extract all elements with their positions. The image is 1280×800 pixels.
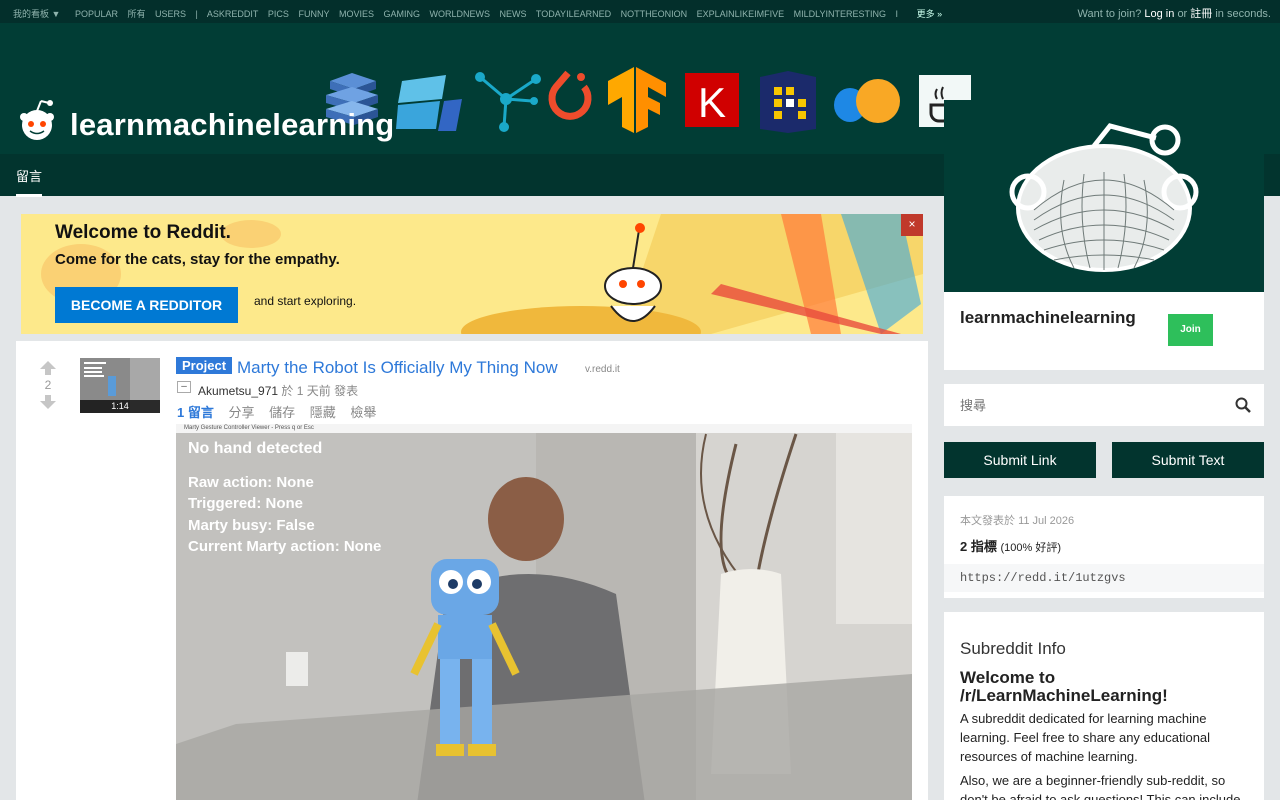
- topbar-link-funny[interactable]: FUNNY: [298, 9, 329, 19]
- post-score: 2: [44, 378, 52, 392]
- post-thumbnail[interactable]: 1:14: [80, 358, 160, 413]
- downvote-icon[interactable]: [40, 395, 56, 409]
- video-duration: 1:14: [80, 400, 160, 413]
- search-icon[interactable]: [1234, 396, 1252, 414]
- share-link[interactable]: 分享: [228, 405, 254, 420]
- points-count: 2 指標: [960, 539, 997, 554]
- pytorch-icon: [548, 70, 592, 120]
- subreddit-card: learnmachinelearning Join: [944, 100, 1264, 370]
- welcome-title: Welcome to Reddit.: [55, 222, 231, 243]
- save-link[interactable]: 儲存: [269, 405, 295, 420]
- topbar-separator: |: [195, 9, 198, 19]
- topbar-link-all[interactable]: 所有: [127, 9, 145, 19]
- post-title[interactable]: Marty the Robot Is Officially My Thing N…: [237, 358, 558, 378]
- posted-prefix: 於: [281, 384, 297, 398]
- topbar-link-users[interactable]: USERS: [155, 9, 186, 19]
- welcome-heading: Welcome to /r/LearnMachineLearning!: [960, 668, 1168, 705]
- post-author[interactable]: Akumetsu_971: [198, 384, 278, 398]
- sidebar-subreddit-name: learnmachinelearning: [960, 308, 1136, 327]
- snoo-icon: [20, 100, 54, 140]
- about-description-2: Also, we are a beginner-friendly sub-red…: [960, 773, 1241, 800]
- post-domain[interactable]: v.redd.it: [585, 364, 620, 375]
- comments-link[interactable]: 1 留言: [177, 405, 214, 420]
- colab-icon: [834, 79, 900, 123]
- posted-on-date: 11 Jul 2026: [1018, 515, 1075, 527]
- topbar-link-pics[interactable]: PICS: [268, 9, 289, 19]
- register-link[interactable]: 註冊: [1190, 8, 1212, 20]
- posted-suffix: 發表: [330, 384, 359, 398]
- my-subreddits-dropdown[interactable]: 我的看板 ▼: [13, 9, 60, 19]
- overlay-line-4: Marty busy: False: [188, 516, 315, 534]
- video-window-title: Marty Gesture Controller Viewer - Press …: [176, 424, 912, 433]
- snoo-wireframe-icon: [1009, 123, 1199, 272]
- topbar-more-link[interactable]: 更多 »: [917, 9, 943, 19]
- topbar-link-worldnews[interactable]: WORLDNEWS: [430, 9, 491, 19]
- join-button[interactable]: Join: [1168, 314, 1213, 346]
- keras-icon: K: [685, 73, 739, 127]
- tensorflow-icon: [608, 67, 666, 133]
- upvote-percentage: (100% 好評): [1000, 542, 1061, 554]
- topbar-link-gaming[interactable]: GAMING: [384, 9, 421, 19]
- post-container: 2 1:14 Project Marty the Robot Is Offici…: [16, 341, 928, 800]
- overlay-line-1: No hand detected: [188, 440, 323, 457]
- search-box: [944, 384, 1264, 426]
- overlay-line-5: Current Marty action: None: [188, 538, 382, 555]
- points-line: 2 指標 (100% 好評): [960, 536, 1061, 555]
- post-flair[interactable]: Project: [176, 357, 233, 374]
- neural-graph-icon: [475, 72, 541, 132]
- login-prompt: Want to join? Log in or 註冊 in seconds.: [1078, 5, 1271, 21]
- join-prompt-text: Want to join?: [1077, 8, 1142, 20]
- reddit-logo[interactable]: [16, 99, 58, 141]
- collapse-button[interactable]: –: [177, 381, 191, 393]
- start-exploring-text: and start exploring.: [254, 294, 357, 308]
- submit-link-button[interactable]: Submit Link: [944, 442, 1096, 478]
- topbar-link-truncated[interactable]: I: [896, 9, 899, 19]
- subreddit-card-image: [944, 100, 1264, 292]
- close-banner-button[interactable]: ×: [901, 214, 923, 236]
- banner-icons: K: [324, 67, 984, 133]
- topbar-link-nottheonion[interactable]: NOTTHEONION: [621, 9, 688, 19]
- post-info-card: 本文發表於 11 Jul 2026 2 指標 (100% 好評) https:/…: [944, 496, 1264, 598]
- svg-text:K: K: [698, 79, 726, 126]
- subreddit-bar: 我的看板 ▼ POPULAR 所有 USERS | ASKREDDIT PICS…: [13, 7, 949, 20]
- topbar-link-mildlyinteresting[interactable]: MILDLYINTERESTING: [794, 9, 886, 19]
- topbar-link-popular[interactable]: POPULAR: [75, 9, 118, 19]
- posted-time: 1 天前: [296, 384, 331, 398]
- submit-text-button[interactable]: Submit Text: [1112, 442, 1264, 478]
- topbar-link-news[interactable]: NEWS: [500, 9, 527, 19]
- subreddit-title[interactable]: learnmachinelearning: [70, 107, 394, 143]
- in-seconds-text: in seconds.: [1215, 8, 1271, 20]
- search-input[interactable]: [960, 394, 1210, 416]
- pandas-icon: [760, 71, 816, 133]
- video-player[interactable]: Marty Gesture Controller Viewer - Press …: [176, 424, 912, 800]
- posted-on-label: 本文發表於: [960, 515, 1019, 527]
- topbar-link-movies[interactable]: MOVIES: [339, 9, 374, 19]
- shortlink[interactable]: https://redd.it/1utzgvs: [944, 564, 1264, 592]
- about-heading: Subreddit Info: [960, 639, 1066, 658]
- azure-ml-icon: [396, 75, 462, 131]
- hide-link[interactable]: 隱藏: [310, 405, 336, 420]
- become-redditor-button[interactable]: BECOME A REDDITOR: [55, 287, 238, 323]
- post-tagline: Akumetsu_971 於 1 天前 發表: [198, 382, 358, 399]
- or-text: or: [1177, 8, 1188, 20]
- topbar-link-todayilearned[interactable]: TODAYILEARNED: [536, 9, 611, 19]
- snoo-mascot-icon: [604, 223, 662, 322]
- subreddit-about: Subreddit Info Welcome to /r/LearnMachin…: [944, 612, 1264, 800]
- vote-column: 2: [40, 361, 56, 409]
- report-link[interactable]: 檢舉: [350, 405, 376, 420]
- overlay-line-2: Raw action: None: [188, 473, 314, 491]
- posted-on: 本文發表於 11 Jul 2026: [960, 512, 1074, 528]
- tab-comments[interactable]: 留言: [16, 166, 43, 197]
- topbar-link-explainlikeimfive[interactable]: EXPLAINLIKEIMFIVE: [697, 9, 785, 19]
- post-actions: 1 留言 分享 儲存 隱藏 檢舉: [177, 402, 387, 421]
- about-description: A subreddit dedicated for learning machi…: [960, 711, 1211, 764]
- upvote-icon[interactable]: [40, 361, 56, 375]
- overlay-line-3: Triggered: None: [188, 495, 304, 512]
- login-link[interactable]: Log in: [1144, 8, 1174, 20]
- topbar-link-askreddit[interactable]: ASKREDDIT: [207, 9, 259, 19]
- video-overlay-text: No hand detected Raw action: None Trigge…: [188, 438, 381, 558]
- top-bar: 我的看板 ▼ POPULAR 所有 USERS | ASKREDDIT PICS…: [0, 0, 1280, 23]
- welcome-banner: Welcome to Reddit. Come for the cats, st…: [21, 214, 923, 334]
- welcome-subtitle: Come for the cats, stay for the empathy.: [55, 251, 340, 268]
